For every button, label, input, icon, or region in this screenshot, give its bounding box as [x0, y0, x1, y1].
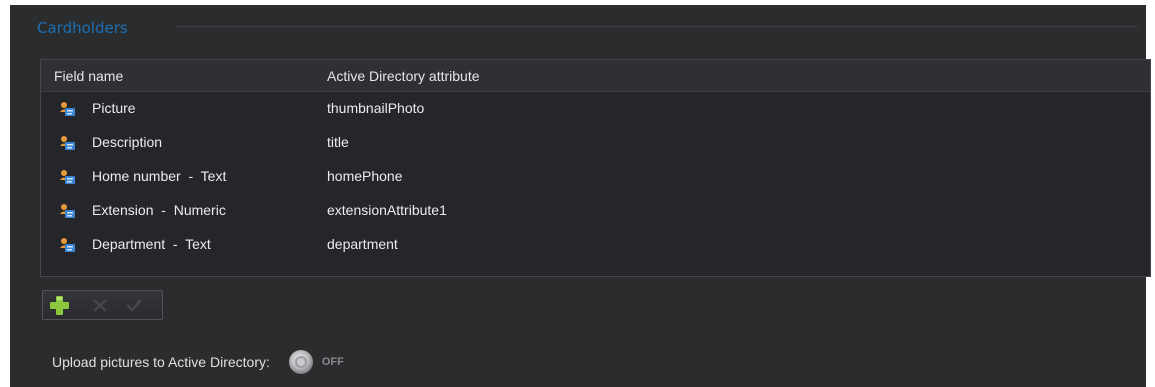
cardholders-panel: Cardholders Field name Active Directory …: [10, 5, 1151, 387]
section-divider: [176, 26, 1138, 27]
toggle-knob-icon: [288, 350, 313, 374]
toggle-state-label: OFF: [321, 356, 344, 368]
field-name-cell: Home number - Text: [92, 168, 227, 184]
field-name-cell: Description: [92, 134, 163, 150]
upload-pictures-setting: Upload pictures to Active Directory: OFF: [52, 348, 356, 376]
cardholder-icon: [60, 102, 75, 116]
table-row[interactable]: Picture thumbnailPhoto: [41, 92, 1150, 126]
edit-mapping-button[interactable]: [123, 296, 145, 315]
field-mapping-grid: Field name Active Directory attribute Pi…: [40, 59, 1151, 277]
ad-attribute-cell: extensionAttribute1: [327, 202, 447, 218]
plus-icon: [50, 296, 69, 315]
table-row[interactable]: Department - Text department: [41, 228, 1150, 262]
grid-header: Field name Active Directory attribute: [41, 60, 1150, 92]
ad-attribute-cell: thumbnailPhoto: [327, 100, 425, 116]
section-header: Cardholders: [34, 17, 134, 39]
upload-pictures-toggle[interactable]: OFF: [286, 348, 356, 376]
cardholder-icon: [60, 170, 75, 184]
x-icon: [93, 299, 107, 312]
table-row[interactable]: Extension - Numeric extensionAttribute1: [41, 194, 1150, 228]
delete-mapping-button[interactable]: [89, 296, 111, 315]
section-title: Cardholders: [34, 19, 134, 37]
cardholder-icon: [60, 136, 75, 150]
column-header-field-name[interactable]: Field name: [54, 68, 123, 84]
upload-pictures-label: Upload pictures to Active Directory:: [52, 354, 270, 370]
add-mapping-button[interactable]: [45, 293, 75, 318]
cardholder-icon: [60, 204, 75, 218]
field-name-cell: Department - Text: [92, 236, 211, 252]
ad-attribute-cell: homePhone: [327, 168, 403, 184]
field-name-cell: Picture: [92, 100, 136, 116]
ad-attribute-cell: title: [327, 134, 349, 150]
field-name-cell: Extension - Numeric: [92, 202, 226, 218]
ad-attribute-cell: department: [327, 236, 398, 252]
grid-toolbar: [42, 290, 163, 320]
checkmark-icon: [126, 299, 142, 312]
table-row[interactable]: Home number - Text homePhone: [41, 160, 1150, 194]
table-row[interactable]: Description title: [41, 126, 1150, 160]
cardholder-icon: [60, 238, 75, 252]
column-header-ad-attribute[interactable]: Active Directory attribute: [327, 68, 480, 84]
